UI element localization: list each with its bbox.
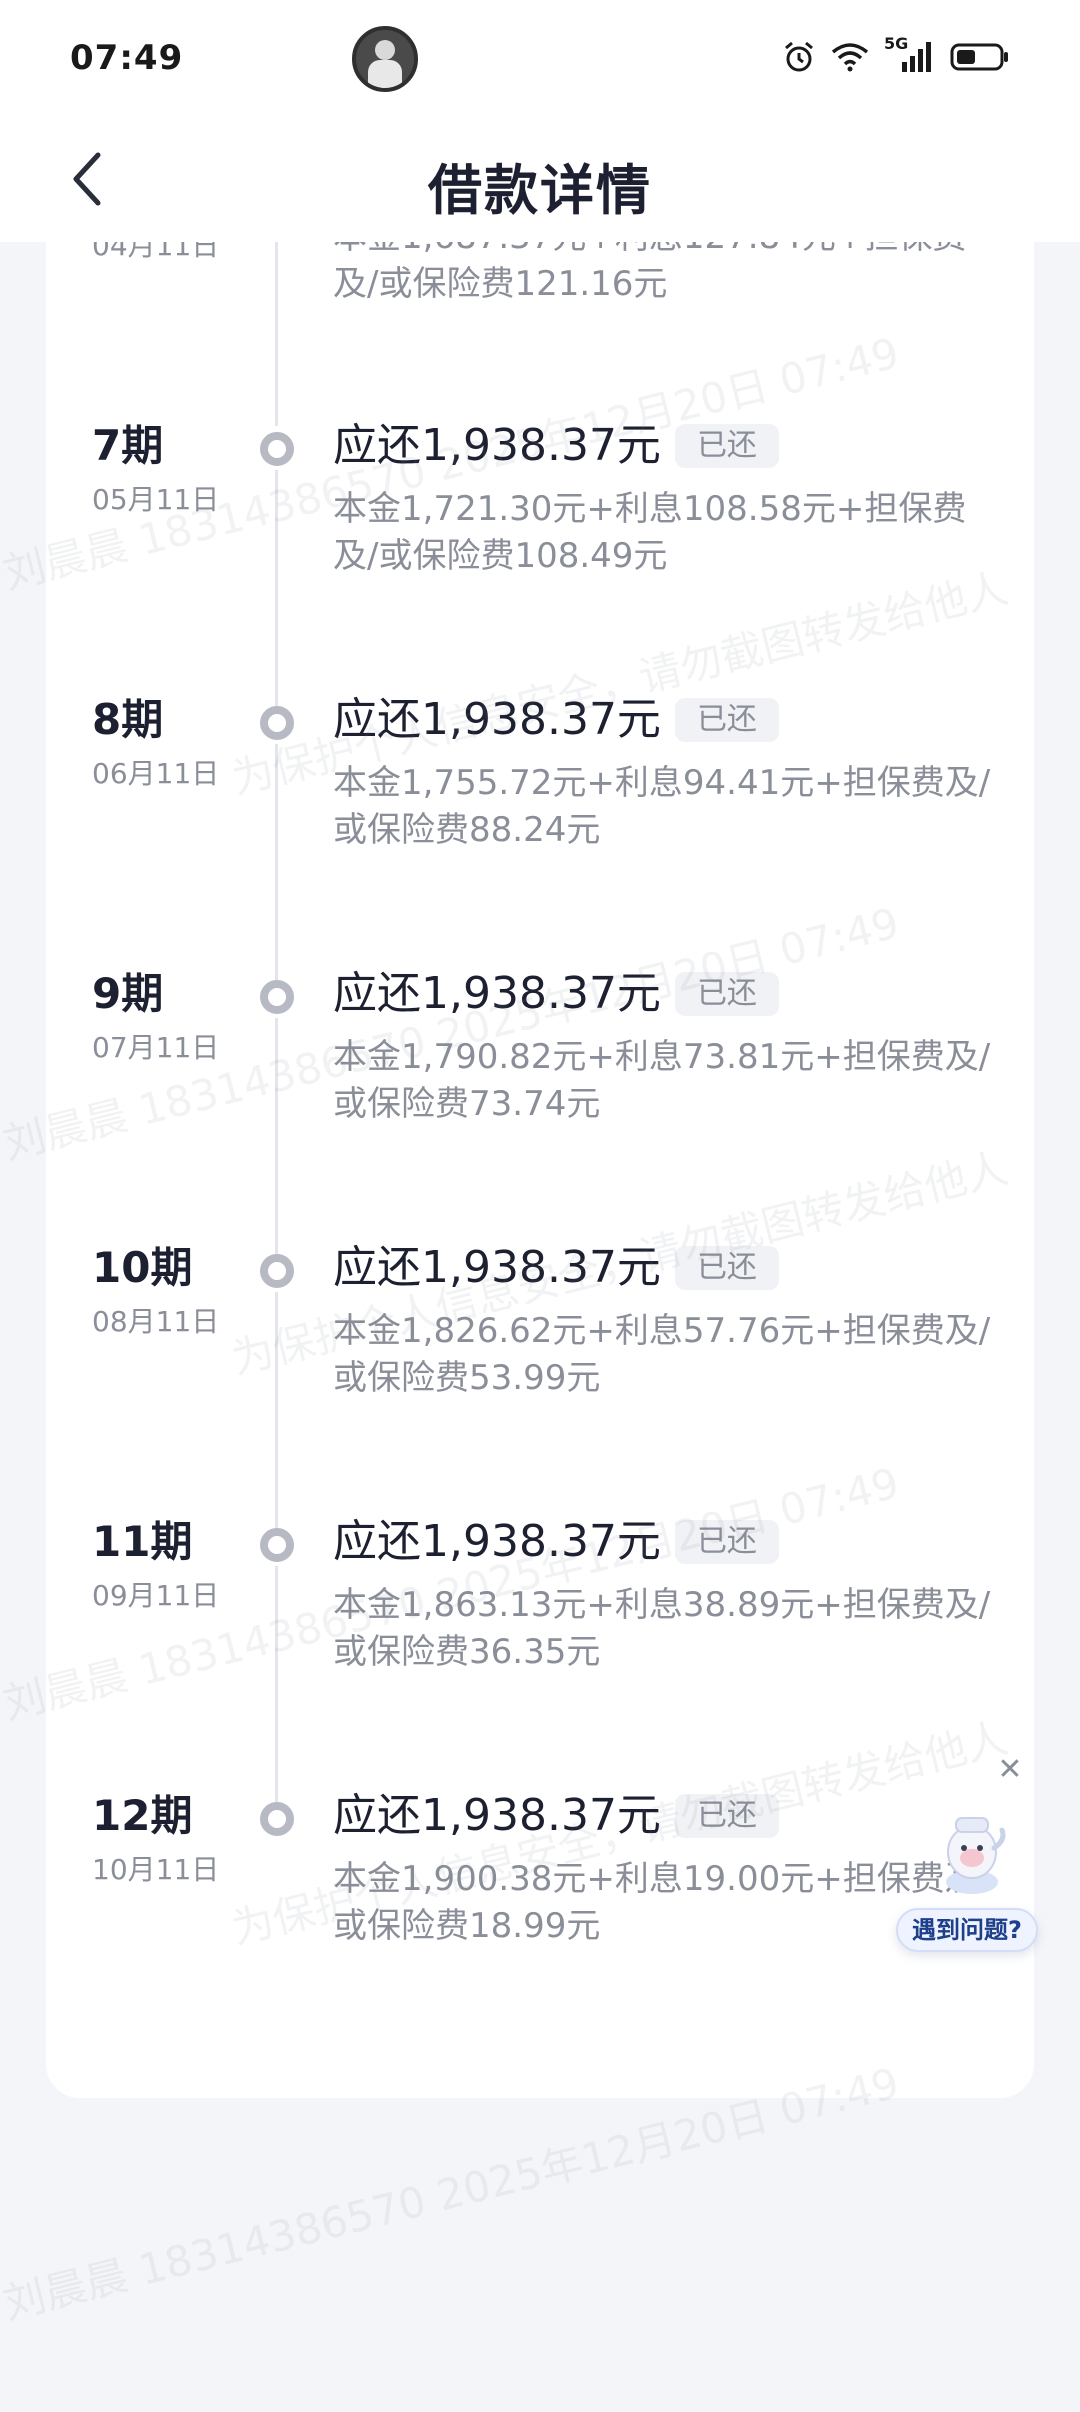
alarm-icon: [785, 41, 813, 72]
period-date: 10月11日: [92, 1853, 220, 1886]
due-amount: 应还1,938.37元 已还: [333, 420, 779, 472]
due-amount-text: 应还1,938.37元: [333, 1242, 661, 1293]
timeline-dot: [260, 1528, 294, 1562]
timeline-dot: [260, 432, 294, 466]
status-badge: 已还: [674, 972, 779, 1016]
timeline-dot: [260, 980, 294, 1014]
list-item[interactable]: 9期 07月11日 应还1,938.37元 已还 本金1,790.82元+利息7…: [0, 968, 1080, 1168]
due-amount-text: 应还1,938.37元: [333, 968, 661, 1019]
period-date: 06月11日: [92, 757, 220, 790]
period-label: 11期: [92, 1517, 193, 1566]
status-badge: 已还: [674, 424, 779, 468]
timeline-dot: [260, 1802, 294, 1836]
list-item[interactable]: 10期 08月11日 应还1,938.37元 已还 本金1,826.62元+利息…: [0, 1242, 1080, 1442]
status-badge: 已还: [674, 1246, 779, 1290]
period-date: 09月11日: [92, 1579, 220, 1612]
status-bar: 07:49 5G: [0, 0, 1080, 124]
status-badge: 已还: [674, 1520, 779, 1564]
due-amount-text: 应还1,938.37元: [333, 420, 661, 471]
timeline-dot: [260, 706, 294, 740]
signal-5g-icon: 5G: [884, 34, 936, 74]
period-label: 9期: [92, 969, 164, 1018]
due-amount: 应还1,938.37元 已还: [333, 1242, 779, 1294]
avatar-icon: [352, 26, 418, 92]
period-detail: 本金1,790.82元+利息73.81元+担保费及/或保险费73.74元: [333, 1037, 991, 1124]
page-title: 借款详情: [428, 159, 652, 222]
battery-icon: [950, 43, 1008, 71]
timeline-dot: [260, 1254, 294, 1288]
period-label: 7期: [92, 421, 164, 470]
period-label: 10期: [92, 1243, 193, 1292]
status-badge: 已还: [674, 1794, 779, 1838]
period-label: 8期: [92, 695, 164, 744]
list-item[interactable]: 8期 06月11日 应还1,938.37元 已还 本金1,755.72元+利息9…: [0, 694, 1080, 894]
due-amount: 应还1,938.37元 已还: [333, 694, 779, 746]
help-widget[interactable]: ✕ 遇到问题?: [892, 1752, 1042, 1972]
period-date: 08月11日: [92, 1305, 220, 1338]
period-date: 07月11日: [92, 1031, 220, 1064]
period-label: 12期: [92, 1791, 193, 1840]
due-amount: 应还1,938.37元 已还: [333, 968, 779, 1020]
due-amount-text: 应还1,938.37元: [333, 1790, 661, 1841]
list-item[interactable]: 11期 09月11日 应还1,938.37元 已还 本金1,863.13元+利息…: [0, 1516, 1080, 1716]
list-item[interactable]: 7期 05月11日 应还1,938.37元 已还 本金1,721.30元+利息1…: [0, 420, 1080, 620]
due-amount-text: 应还1,938.37元: [333, 1516, 661, 1567]
close-icon[interactable]: ✕: [992, 1752, 1028, 1788]
help-label: 遇到问题?: [896, 1908, 1038, 1952]
detail-line: 及/或保险费121.16元: [333, 264, 668, 304]
due-amount-text: 应还1,938.37元: [333, 694, 661, 745]
mascot-icon: [946, 1817, 1006, 1894]
nav-bar: 借款详情: [0, 124, 1080, 242]
period-detail: 本金1,826.62元+利息57.76元+担保费及/或保险费53.99元: [333, 1311, 991, 1398]
status-time: 07:49: [70, 38, 184, 78]
period-detail: 本金1,863.13元+利息38.89元+担保费及/或保险费36.35元: [333, 1585, 991, 1672]
status-badge: 已还: [674, 698, 779, 742]
due-amount: 应还1,938.37元 已还: [333, 1790, 779, 1842]
period-date: 05月11日: [92, 483, 220, 516]
wifi-icon: [831, 43, 869, 72]
due-amount: 应还1,938.37元 已还: [333, 1516, 779, 1568]
period-detail: 本金1,755.72元+利息94.41元+担保费及/或保险费88.24元: [333, 763, 991, 850]
period-detail: 本金1,721.30元+利息108.58元+担保费及/或保险费108.49元: [333, 489, 967, 576]
timeline-line: [275, 240, 278, 426]
status-icons: 5G: [782, 34, 1010, 74]
